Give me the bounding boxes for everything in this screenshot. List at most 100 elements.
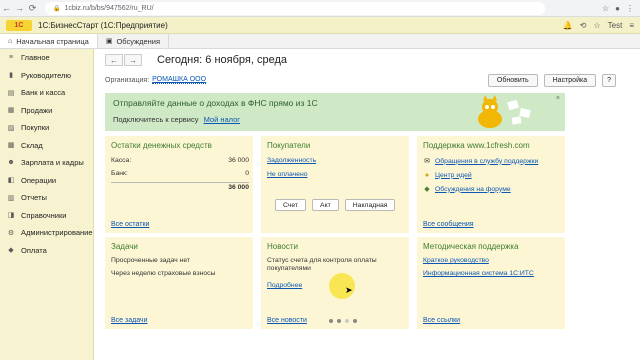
cash-total-row: 36 000 — [111, 184, 249, 191]
tab-home[interactable]: ⌂ Начальная страница — [0, 34, 98, 48]
history-icon[interactable]: ⟲ — [580, 21, 587, 30]
cash-total: 36 000 — [228, 184, 249, 191]
nav-back-button[interactable]: ← — [105, 54, 123, 66]
banner-close-icon[interactable]: × — [556, 95, 560, 102]
bank-icon: ▤ — [7, 89, 15, 97]
task-item[interactable]: Через неделю страховые взносы — [111, 270, 215, 277]
update-button[interactable]: Обновить — [487, 74, 538, 87]
chart-icon: ▮ — [9, 72, 13, 80]
url-text: 1cbiz.ru/b/bs/947562/ru_RU/ — [64, 4, 154, 12]
cat-illustration — [478, 95, 531, 128]
reload-icon[interactable]: ⟳ — [26, 2, 39, 15]
pager-dot[interactable] — [337, 319, 341, 323]
sidebar-item-administration[interactable]: ⚙ Администрирование — [0, 224, 93, 242]
my-tax-link[interactable]: Мой налог — [204, 115, 240, 124]
sales-icon: ▦ — [7, 107, 15, 115]
main-content: ← → Сегодня: 6 ноября, среда Организация… — [95, 49, 640, 360]
address-bar[interactable]: 🔒 1cbiz.ru/b/bs/947562/ru_RU/ — [45, 1, 545, 15]
star-icon[interactable]: ☆ — [602, 4, 609, 13]
sidebar-item-purchases[interactable]: ▨ Покупки — [0, 119, 93, 137]
cash-panel-title: Остатки денежных средств — [111, 141, 212, 150]
pager-dot[interactable] — [345, 319, 349, 323]
all-news-link[interactable]: Все новости — [267, 317, 307, 324]
support-item-requests[interactable]: ✉ Обращения в службу поддержки — [423, 157, 538, 166]
payment-icon: ◆ — [8, 247, 14, 255]
tasks-panel-title: Задачи — [111, 242, 138, 251]
news-panel-title: Новости — [267, 242, 298, 251]
home-icon: ⌂ — [8, 37, 13, 45]
sidebar-item-operations[interactable]: ◧ Операции — [0, 172, 93, 190]
menu-icon: ≡ — [8, 54, 14, 62]
its-link[interactable]: Информационная система 1С:ИТС — [423, 270, 534, 277]
profile-avatar[interactable]: ● — [615, 4, 620, 13]
reports-icon: ▥ — [7, 194, 15, 202]
sidebar-item-payment[interactable]: ◆ Оплата — [0, 242, 93, 260]
settings-icon[interactable]: ≡ — [629, 21, 634, 30]
operations-icon: ◧ — [7, 177, 15, 185]
notification-icon[interactable]: 🔔 — [563, 21, 573, 30]
tasks-panel: Задачи Просроченные задач нет Через неде… — [105, 237, 253, 329]
organization-label: Организация: — [105, 76, 150, 84]
nav-forward-button[interactable]: → — [124, 54, 142, 66]
app-header: 1С 1С:БизнесСтарт (1С:Предприятие) 🔔 ⟲ ☆… — [0, 17, 640, 34]
task-item: Просроченные задач нет — [111, 257, 190, 264]
news-text: Статус счета для контроля оплаты покупат… — [267, 257, 377, 273]
forward-icon[interactable]: → — [13, 2, 26, 15]
app-title: 1С:БизнесСтарт (1С:Предприятие) — [38, 20, 168, 30]
cash-row-bank: Банк: 0 — [111, 170, 249, 177]
debt-link[interactable]: Задолженность — [267, 157, 316, 164]
support-item-forum[interactable]: ◆ Обсуждения на форуме — [423, 185, 510, 194]
sidebar-item-manager[interactable]: ▮ Руководителю — [0, 67, 93, 85]
pager-dot[interactable] — [353, 319, 357, 323]
people-icon: ☻ — [7, 159, 15, 167]
quick-guide-link[interactable]: Краткое руководство — [423, 257, 489, 264]
news-pager — [329, 319, 357, 323]
page-title: Сегодня: 6 ноября, среда — [157, 54, 287, 66]
gear-icon: ⚙ — [7, 229, 15, 237]
invoice-button[interactable]: Счет — [275, 199, 307, 211]
cash-row-cashbox: Касса: 36 000 — [111, 157, 249, 164]
waybill-button[interactable]: Накладная — [344, 199, 396, 211]
app-logo: 1С — [6, 19, 32, 31]
divider — [111, 182, 249, 183]
back-icon[interactable]: ← — [0, 2, 13, 15]
methodical-panel: Методическая поддержка Краткое руководст… — [417, 237, 565, 329]
support-panel-title: Поддержка www.1cfresh.com — [423, 141, 530, 150]
settings-button[interactable]: Настройка — [543, 74, 597, 87]
favorites-icon[interactable]: ☆ — [593, 21, 600, 30]
cart-icon: ▨ — [7, 124, 15, 132]
sidebar-item-main[interactable]: ≡ Главное — [0, 49, 93, 67]
unpaid-link[interactable]: Не оплачено — [267, 171, 308, 178]
sidebar-item-directories[interactable]: ◨ Справочники — [0, 207, 93, 225]
sidebar: ≡ Главное ▮ Руководителю ▤ Банк и касса ▦ Пр… — [0, 49, 94, 360]
sidebar-item-salary[interactable]: ☻ Зарплата и кадры — [0, 154, 93, 172]
organization-row: Организация: РОМАШКА ООО — [105, 76, 207, 84]
menu-dots-icon[interactable]: ⋮ — [626, 4, 634, 13]
tab-discussions[interactable]: ▣ Обсуждения — [98, 34, 170, 48]
cash-panel: Остатки денежных средств Касса: 36 000 Б… — [105, 136, 253, 233]
organization-link[interactable]: РОМАШКА ООО — [152, 76, 207, 84]
support-panel: Поддержка www.1cfresh.com ✉ Обращения в … — [417, 136, 565, 233]
lock-icon: 🔒 — [53, 5, 61, 12]
sidebar-item-sales[interactable]: ▦ Продажи — [0, 102, 93, 120]
support-item-ideas[interactable]: ● Центр идей — [423, 171, 472, 179]
help-button[interactable]: ? — [602, 74, 616, 87]
banner-subtitle: Подключитесь к сервису Мой налог — [113, 115, 241, 124]
banner-title: Отправляйте данные о доходах в ФНС прямо… — [113, 98, 318, 108]
pager-dot[interactable] — [329, 319, 333, 323]
book-icon: ◨ — [7, 212, 15, 220]
all-messages-link[interactable]: Все сообщения — [423, 221, 474, 228]
all-balances-link[interactable]: Все остатки — [111, 221, 149, 228]
all-tasks-link[interactable]: Все задачи — [111, 317, 148, 324]
user-name[interactable]: Test — [608, 21, 623, 30]
sidebar-item-warehouse[interactable]: ▩ Склад — [0, 137, 93, 155]
forum-icon: ◆ — [424, 186, 430, 193]
sidebar-item-bank[interactable]: ▤ Банк и касса — [0, 84, 93, 102]
methodical-panel-title: Методическая поддержка — [423, 242, 519, 251]
news-more-link[interactable]: Подробнее — [267, 282, 302, 289]
sidebar-item-reports[interactable]: ▥ Отчеты — [0, 189, 93, 207]
tabs-bar: ⌂ Начальная страница ▣ Обсуждения — [0, 34, 640, 49]
all-links-link[interactable]: Все ссылки — [423, 317, 460, 324]
act-button[interactable]: Акт — [312, 199, 339, 211]
chat-icon: ▣ — [105, 38, 113, 45]
